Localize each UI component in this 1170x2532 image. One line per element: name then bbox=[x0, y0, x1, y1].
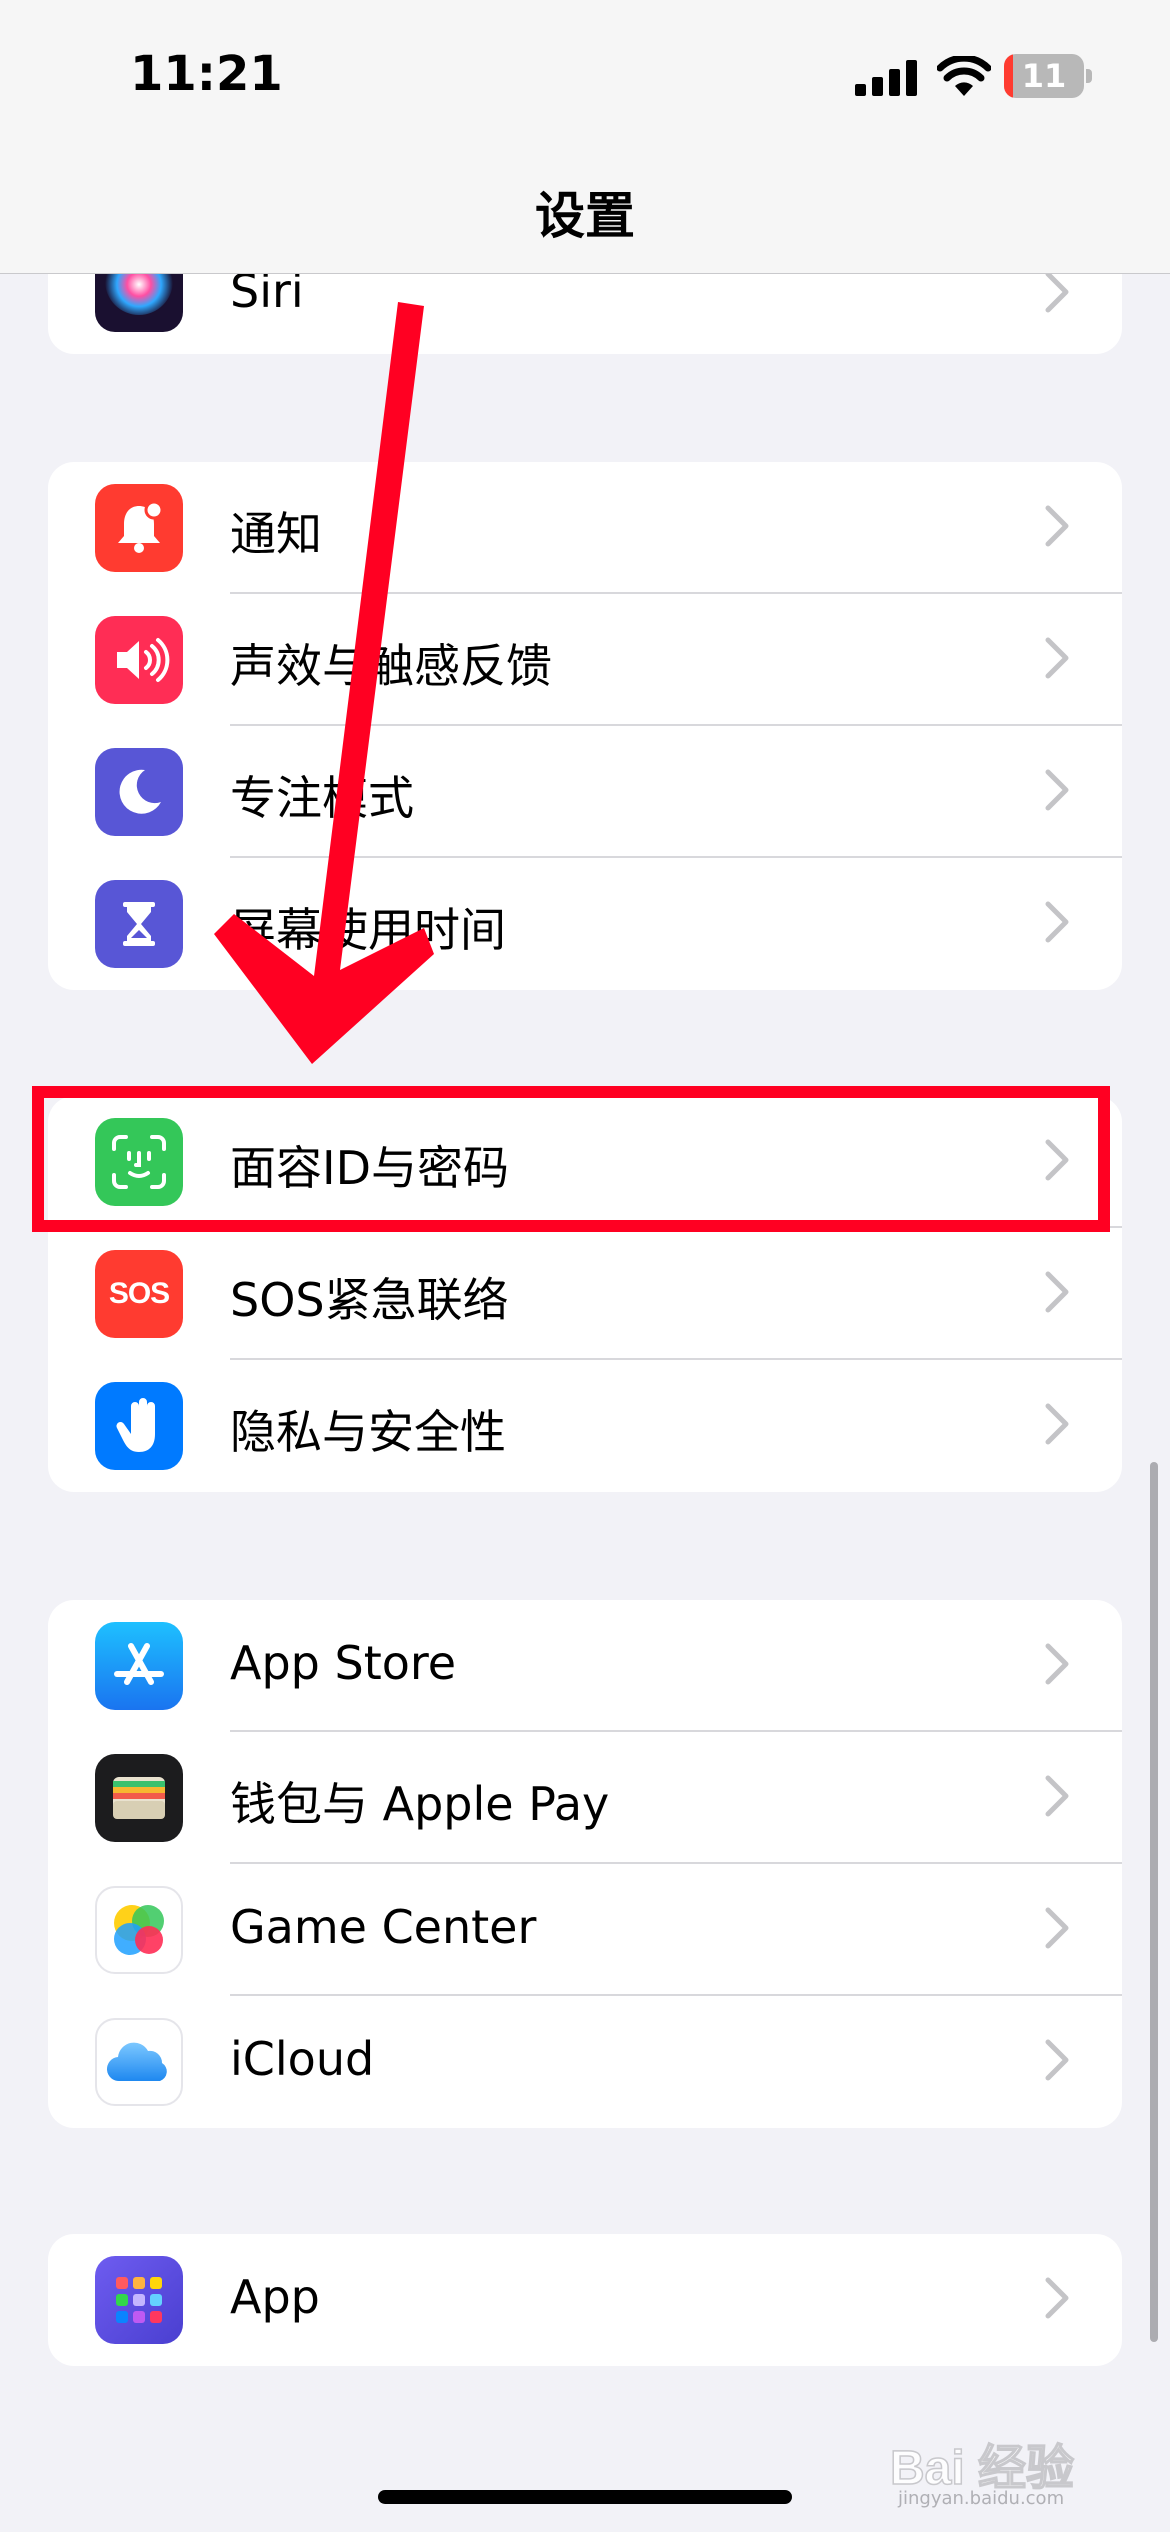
settings-row-label: App Store bbox=[230, 1636, 457, 1690]
chevron-right-icon bbox=[1045, 1643, 1069, 1685]
chevron-right-icon bbox=[1045, 505, 1069, 547]
settings-row-sounds-haptics[interactable]: 声效与触感反馈 bbox=[48, 594, 1122, 726]
moon-icon bbox=[95, 748, 183, 836]
settings-group-apps: App bbox=[48, 2234, 1122, 2366]
chevron-right-icon bbox=[1045, 901, 1069, 943]
settings-group-security: 面容ID与密码 SOS SOS紧急联络 隐私与安全性 bbox=[48, 1096, 1122, 1492]
sos-icon-text: SOS bbox=[108, 1277, 170, 1310]
chevron-right-icon bbox=[1045, 637, 1069, 679]
app-store-icon bbox=[95, 1622, 183, 1710]
settings-row-label: SOS紧急联络 bbox=[230, 1273, 509, 1327]
navigation-bar: 设置 bbox=[0, 150, 1170, 274]
settings-row-label: 面容ID与密码 bbox=[230, 1141, 509, 1195]
settings-row-notifications[interactable]: 通知 bbox=[48, 462, 1122, 594]
settings-row-label: 屏幕使用时间 bbox=[230, 903, 506, 957]
settings-row-label: 声效与触感反馈 bbox=[230, 639, 552, 693]
chevron-right-icon bbox=[1045, 1775, 1069, 1817]
wallet-icon bbox=[95, 1754, 183, 1842]
settings-row-label: iCloud bbox=[230, 2032, 375, 2086]
app-grid-icon bbox=[95, 2256, 183, 2344]
chevron-right-icon bbox=[1045, 2039, 1069, 2081]
cellular-signal-icon bbox=[855, 60, 917, 96]
page-title: 设置 bbox=[535, 187, 635, 245]
settings-row-screen-time[interactable]: 屏幕使用时间 bbox=[48, 858, 1122, 990]
wifi-icon bbox=[937, 56, 991, 96]
battery-icon: 11 bbox=[1004, 54, 1092, 98]
speaker-icon bbox=[95, 616, 183, 704]
chevron-right-icon bbox=[1045, 1271, 1069, 1313]
icloud-icon bbox=[95, 2018, 183, 2106]
settings-group-notifications: 通知 声效与触感反馈 专注模式 屏幕使用时间 bbox=[48, 462, 1122, 990]
settings-row-label: Game Center bbox=[230, 1900, 537, 1954]
settings-row-label: 钱包与 Apple Pay bbox=[230, 1777, 610, 1831]
settings-row-label: App bbox=[230, 2270, 320, 2324]
face-id-icon bbox=[95, 1118, 183, 1206]
status-bar: 11:21 11 bbox=[0, 0, 1170, 150]
chevron-right-icon bbox=[1045, 271, 1069, 313]
status-time: 11:21 bbox=[130, 46, 283, 102]
chevron-right-icon bbox=[1045, 769, 1069, 811]
settings-row-icloud[interactable]: iCloud bbox=[48, 1996, 1122, 2128]
sos-icon: SOS bbox=[95, 1250, 183, 1338]
scroll-indicator[interactable] bbox=[1150, 1462, 1158, 2342]
battery-level: 11 bbox=[1021, 57, 1067, 95]
settings-row-label: 隐私与安全性 bbox=[230, 1405, 506, 1459]
home-indicator[interactable] bbox=[378, 2490, 792, 2504]
settings-row-apps[interactable]: App bbox=[48, 2234, 1122, 2366]
settings-row-focus[interactable]: 专注模式 bbox=[48, 726, 1122, 858]
settings-row-wallet-apple-pay[interactable]: 钱包与 Apple Pay bbox=[48, 1732, 1122, 1864]
chevron-right-icon bbox=[1045, 2277, 1069, 2319]
settings-row-app-store[interactable]: App Store bbox=[48, 1600, 1122, 1732]
settings-row-label: 专注模式 bbox=[230, 771, 414, 825]
watermark-subtext: jingyan.baidu.com bbox=[898, 2488, 1065, 2509]
chevron-right-icon bbox=[1045, 1139, 1069, 1181]
settings-row-privacy-security[interactable]: 隐私与安全性 bbox=[48, 1360, 1122, 1492]
settings-group-store: App Store 钱包与 Apple Pay Game Center iClo… bbox=[48, 1600, 1122, 2128]
notification-bell-icon bbox=[95, 484, 183, 572]
settings-row-face-id-passcode[interactable]: 面容ID与密码 bbox=[48, 1096, 1122, 1228]
baidu-watermark: Bai 经验 jingyan.baidu.com bbox=[889, 2418, 1110, 2518]
game-center-icon bbox=[95, 1886, 183, 1974]
hand-icon bbox=[95, 1382, 183, 1470]
settings-row-game-center[interactable]: Game Center bbox=[48, 1864, 1122, 1996]
settings-row-emergency-sos[interactable]: SOS SOS紧急联络 bbox=[48, 1228, 1122, 1360]
hourglass-icon bbox=[95, 880, 183, 968]
chevron-right-icon bbox=[1045, 1907, 1069, 1949]
chevron-right-icon bbox=[1045, 1403, 1069, 1445]
settings-row-label: 通知 bbox=[230, 507, 322, 561]
